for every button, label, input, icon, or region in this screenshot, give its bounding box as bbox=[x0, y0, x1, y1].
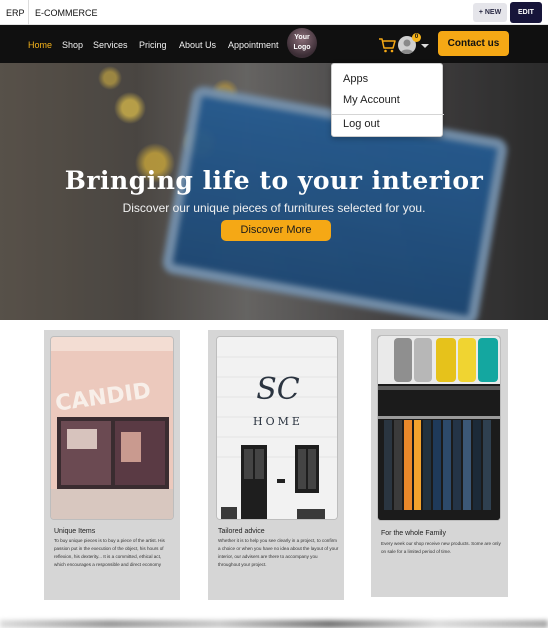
hero-banner: Bringing life to your interior Discover … bbox=[0, 63, 548, 320]
clothing-rack-illustration bbox=[378, 336, 500, 520]
feature-card-tailored-advice: SC HOME Tailored advice Whether it is to… bbox=[208, 330, 344, 600]
home-facade-illustration: SC HOME bbox=[217, 337, 337, 519]
home-facade-image: SC HOME bbox=[216, 336, 338, 520]
storefront-illustration: CANDID bbox=[51, 337, 173, 519]
edit-button[interactable]: EDIT bbox=[510, 2, 542, 23]
card-title: Unique Items bbox=[54, 528, 96, 535]
menu-item-my-account[interactable]: My Account bbox=[343, 94, 400, 106]
card-description: Whether it is to help you see clearly in… bbox=[218, 538, 339, 567]
card-description: Every week our shop receive new products… bbox=[381, 541, 501, 554]
clothing-rack-image bbox=[377, 335, 501, 521]
nav-about-us[interactable]: About Us bbox=[179, 40, 216, 50]
menu-item-log-out[interactable]: Log out bbox=[343, 118, 380, 130]
nav-home[interactable]: Home bbox=[28, 40, 52, 50]
card-description: To buy unique pieces is to buy a piece o… bbox=[54, 538, 165, 567]
hero-subtitle: Discover our unique pieces of furnitures… bbox=[122, 201, 426, 215]
menu-divider bbox=[332, 114, 444, 115]
next-section-preview bbox=[0, 620, 548, 628]
nav-appointment[interactable]: Appointment bbox=[228, 40, 279, 50]
erp-topbar: ERP E-COMMERCE + NEW EDIT bbox=[0, 0, 548, 25]
card-title: For the whole Family bbox=[381, 530, 446, 537]
storefront-image: CANDID bbox=[50, 336, 174, 520]
nav-shop[interactable]: Shop bbox=[62, 40, 83, 50]
feature-card-whole-family: For the whole Family Every week our shop… bbox=[371, 329, 508, 597]
nav-pricing[interactable]: Pricing bbox=[139, 40, 167, 50]
user-dropdown-menu: Apps My Account Log out bbox=[331, 63, 444, 137]
card-title: Tailored advice bbox=[218, 528, 265, 535]
ecommerce-label[interactable]: E-COMMERCE bbox=[35, 8, 98, 18]
topbar-divider bbox=[28, 0, 29, 25]
logo-line-2: Logo bbox=[293, 44, 311, 51]
svg-text:SC: SC bbox=[256, 372, 300, 407]
new-button[interactable]: + NEW bbox=[473, 3, 507, 22]
feature-card-unique-items: CANDID Unique Items To buy unique pieces… bbox=[44, 330, 180, 600]
user-menu-caret-icon[interactable] bbox=[421, 44, 429, 48]
logo-line-1: Your bbox=[294, 34, 310, 41]
contact-us-button[interactable]: Contact us bbox=[438, 31, 509, 56]
menu-item-apps[interactable]: Apps bbox=[343, 73, 368, 85]
cart-count-badge: 0 bbox=[412, 33, 421, 42]
cart-icon[interactable] bbox=[378, 37, 396, 53]
discover-more-button[interactable]: Discover More bbox=[221, 220, 331, 241]
hero-title: Bringing life to your interior bbox=[64, 166, 484, 195]
nav-services[interactable]: Services bbox=[93, 40, 128, 50]
svg-text:HOME: HOME bbox=[253, 415, 303, 428]
site-logo[interactable]: Your Logo bbox=[287, 28, 317, 58]
site-header: Home Shop Services Pricing About Us Appo… bbox=[0, 25, 548, 63]
erp-label[interactable]: ERP bbox=[6, 8, 25, 18]
